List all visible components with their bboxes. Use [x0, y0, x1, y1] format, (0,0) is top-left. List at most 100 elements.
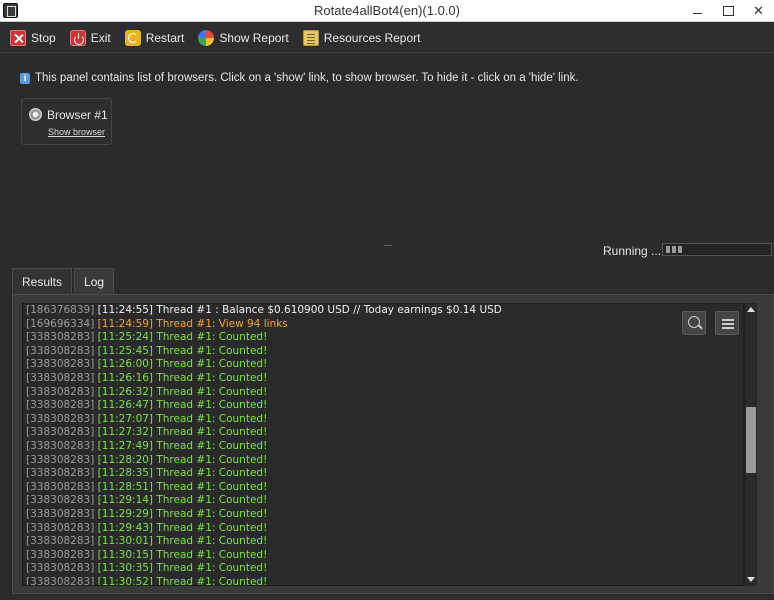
log-line-text: [11:29:29] Thread #1: Counted!: [97, 507, 268, 520]
log-line-text: [11:27:49] Thread #1: Counted!: [97, 439, 268, 452]
log-line-id: [338308283]: [26, 480, 95, 493]
log-line: [338308283] [11:29:29] Thread #1: Counte…: [23, 508, 743, 522]
pie-chart-icon: [198, 29, 215, 46]
progress-bar: [662, 243, 772, 256]
exit-button[interactable]: Exit: [69, 27, 111, 49]
log-line-text: [11:24:55] Thread #1 : Balance $0.610900…: [97, 304, 502, 316]
browser-card: Browser #1 Show browser: [21, 98, 112, 145]
maximize-button[interactable]: [712, 0, 742, 22]
progress-segment: [672, 246, 676, 253]
log-line-id: [338308283]: [26, 412, 95, 425]
show-browser-link[interactable]: Show browser: [48, 127, 105, 137]
panel-splitter-handle[interactable]: ......: [383, 238, 393, 248]
resources-report-button-label: Resources Report: [323, 30, 421, 45]
log-line-text: [11:28:20] Thread #1: Counted!: [97, 453, 268, 466]
show-report-button[interactable]: Show Report: [198, 27, 289, 49]
stop-icon: [10, 29, 26, 46]
log-line-id: [338308283]: [26, 467, 95, 480]
log-line-text: [11:24:59] Thread #1: View 94 links: [97, 317, 288, 330]
log-line-text: [11:27:07] Thread #1: Counted!: [97, 412, 268, 425]
progress-segment: [678, 246, 682, 253]
log-line: [338308283] [11:30:01] Thread #1: Counte…: [23, 535, 743, 549]
log-line: [338308283] [11:29:43] Thread #1: Counte…: [23, 522, 743, 536]
log-line-id: [338308283]: [26, 385, 95, 398]
window-title: Rotate4allBot4(en)(1.0.0): [314, 3, 460, 18]
close-icon: ✕: [753, 3, 764, 18]
log-line-id: [338308283]: [26, 371, 95, 384]
log-line-text: [11:30:35] Thread #1: Counted!: [97, 562, 268, 575]
tab-log[interactable]: Log: [74, 268, 115, 295]
toolbar: Stop Exit Restart Show Report Resources …: [0, 23, 774, 53]
restart-icon: [124, 29, 141, 46]
log-line-text: [11:29:14] Thread #1: Counted!: [97, 494, 268, 507]
search-button[interactable]: [682, 311, 706, 335]
log-line-id: [338308283]: [26, 358, 95, 371]
log-line: [338308283] [11:30:52] Thread #1: Counte…: [23, 575, 743, 586]
log-line: [338308283] [11:30:15] Thread #1: Counte…: [23, 549, 743, 563]
log-line-id: [338308283]: [26, 426, 95, 439]
tab-results[interactable]: Results: [12, 268, 73, 294]
status-text: Running ...: [603, 244, 662, 258]
scroll-down-arrow-icon[interactable]: [747, 577, 755, 582]
log-line-id: [338308283]: [26, 521, 95, 534]
log-line: [338308283] [11:30:35] Thread #1: Counte…: [23, 562, 743, 576]
log-line: [338308283] [11:28:51] Thread #1: Counte…: [23, 481, 743, 495]
browser-icon: [29, 108, 42, 121]
log-line-text: [11:28:51] Thread #1: Counted!: [97, 480, 268, 493]
scrollbar-thumb[interactable]: [746, 407, 756, 473]
log-scrollbar[interactable]: [744, 303, 757, 586]
restart-button-label: Restart: [145, 30, 185, 45]
title-bar: Rotate4allBot4(en)(1.0.0) ✕: [0, 0, 774, 22]
log-line-id: [338308283]: [26, 562, 95, 575]
browser-name: Browser #1: [47, 108, 108, 122]
log-line-text: [11:30:15] Thread #1: Counted!: [97, 548, 268, 561]
minimize-button[interactable]: [682, 0, 712, 22]
document-list-icon: [302, 29, 319, 46]
log-line: [338308283] [11:28:20] Thread #1: Counte…: [23, 454, 743, 468]
log-line-text: [11:28:35] Thread #1: Counted!: [97, 467, 268, 480]
log-output[interactable]: [186376839] [11:24:55] Thread #1 : Balan…: [22, 303, 744, 586]
menu-button[interactable]: [715, 311, 739, 335]
log-line-text: [11:26:47] Thread #1: Counted!: [97, 399, 268, 412]
log-line-id: [338308283]: [26, 344, 95, 357]
show-report-button-label: Show Report: [219, 30, 289, 45]
log-line-text: [11:25:24] Thread #1: Counted!: [97, 331, 268, 344]
log-line-id: [186376839]: [26, 304, 95, 316]
log-line-id: [338308283]: [26, 575, 95, 586]
log-line-id: [338308283]: [26, 331, 95, 344]
log-line: [338308283] [11:27:49] Thread #1: Counte…: [23, 440, 743, 454]
log-line: [338308283] [11:27:32] Thread #1: Counte…: [23, 426, 743, 440]
restart-button[interactable]: Restart: [124, 27, 185, 49]
log-line-id: [338308283]: [26, 507, 95, 520]
window-controls: ✕: [682, 0, 774, 22]
stop-button[interactable]: Stop: [10, 27, 56, 49]
log-line: [338308283] [11:28:35] Thread #1: Counte…: [23, 467, 743, 481]
log-line: [169696334] [11:24:59] Thread #1: View 9…: [23, 318, 743, 332]
log-line-text: [11:30:01] Thread #1: Counted!: [97, 535, 268, 548]
browsers-info-text: This panel contains list of browsers. Cl…: [35, 72, 579, 84]
info-icon: i: [20, 72, 30, 84]
browsers-info: i This panel contains list of browsers. …: [20, 72, 579, 84]
log-line: [338308283] [11:26:32] Thread #1: Counte…: [23, 386, 743, 400]
log-line-id: [338308283]: [26, 399, 95, 412]
log-line-text: [11:30:52] Thread #1: Counted!: [97, 575, 268, 586]
tab-bar: Results Log: [12, 268, 116, 295]
log-line-text: [11:27:32] Thread #1: Counted!: [97, 426, 268, 439]
log-line-text: [11:29:43] Thread #1: Counted!: [97, 521, 268, 534]
log-line: [338308283] [11:26:47] Thread #1: Counte…: [23, 399, 743, 413]
log-line-text: [11:26:32] Thread #1: Counted!: [97, 385, 268, 398]
log-line: [338308283] [11:26:00] Thread #1: Counte…: [23, 358, 743, 372]
close-button[interactable]: ✕: [742, 0, 774, 22]
log-line-text: [11:26:16] Thread #1: Counted!: [97, 371, 268, 384]
log-line: [338308283] [11:27:07] Thread #1: Counte…: [23, 413, 743, 427]
scroll-up-arrow-icon[interactable]: [747, 307, 755, 312]
log-tools: [682, 311, 748, 335]
log-line: [338308283] [11:25:24] Thread #1: Counte…: [23, 331, 743, 345]
exit-button-label: Exit: [90, 30, 111, 45]
log-line-id: [338308283]: [26, 453, 95, 466]
power-icon: [69, 29, 86, 46]
log-line: [186376839] [11:24:55] Thread #1 : Balan…: [23, 304, 743, 318]
log-line: [338308283] [11:29:14] Thread #1: Counte…: [23, 494, 743, 508]
resources-report-button[interactable]: Resources Report: [302, 27, 421, 49]
log-line-text: [11:25:45] Thread #1: Counted!: [97, 344, 268, 357]
